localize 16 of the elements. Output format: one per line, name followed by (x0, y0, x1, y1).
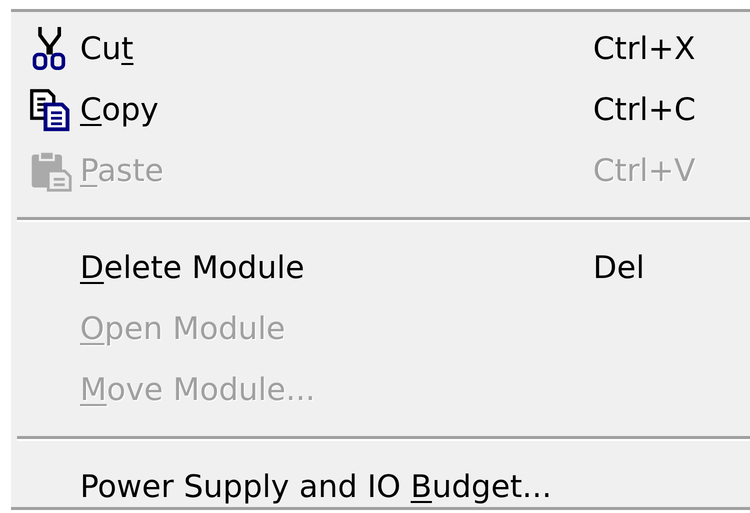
menu-item-label: Delete Module (80, 250, 304, 286)
menu-item-label: Open Module (80, 310, 286, 346)
menu-item-label: Copy (80, 92, 159, 128)
shortcut-text: Ctrl+C (593, 92, 697, 128)
menu-item[interactable]: Delete Module Del (11, 237, 750, 298)
shortcut-text: Ctrl+X (593, 30, 696, 66)
menu-item-label: Cut (80, 30, 134, 66)
menu-item[interactable]: Power Supply and IO Budget... (11, 456, 750, 513)
menu-item-label: Move Module... (80, 372, 316, 408)
menu-item-label: Paste (80, 152, 164, 188)
menu-item[interactable]: Cut Ctrl+X (11, 18, 750, 79)
copy-icon (28, 88, 72, 132)
menu-item-label: Power Supply and IO Budget... (80, 468, 552, 504)
shortcut-text: Del (593, 250, 646, 286)
menu-item[interactable]: Copy Ctrl+C (11, 79, 750, 140)
shortcut-text: Ctrl+V (593, 152, 696, 188)
